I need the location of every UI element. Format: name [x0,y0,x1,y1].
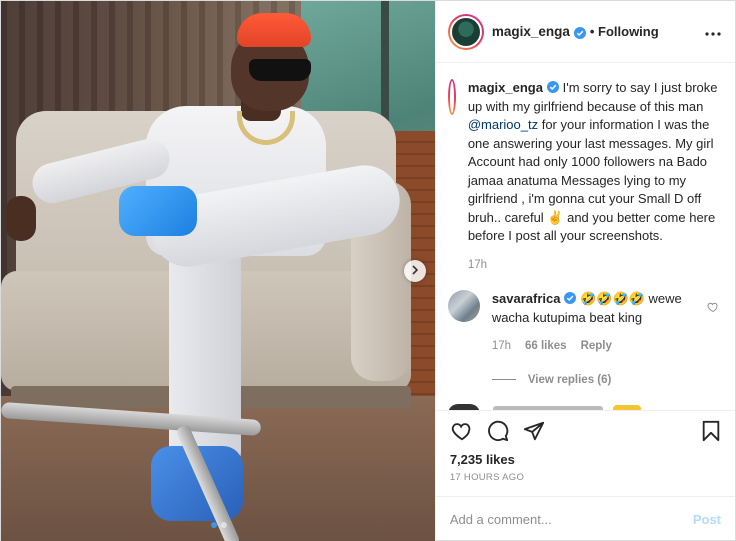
add-comment-input[interactable] [449,512,693,527]
caption-body: magix_enga I'm sorry to say I just broke… [468,79,721,274]
post-header: magix_enga • Following [435,1,735,63]
bookmark-save-icon[interactable] [697,417,725,445]
post-media[interactable] [1,1,435,541]
caption-time[interactable]: 17h [468,259,487,271]
photo-person-sunglasses [249,59,311,81]
caption-text-part2: for your information I was the one answe… [467,117,716,243]
caption: magix_enga I'm sorry to say I just broke… [447,79,721,274]
verified-badge-icon [564,291,577,304]
caption-author-avatar[interactable] [447,79,456,115]
post-card: magix_enga • Following magix_enga I'm so… [0,0,736,541]
comment-reply-button[interactable]: Reply [581,340,612,352]
comment-time[interactable]: 17h [492,340,511,352]
commenter-avatar[interactable] [447,290,480,322]
verified-badge-icon [573,26,586,39]
photo [1,1,435,541]
view-replies-button[interactable]: View replies (6) [491,373,721,386]
post-comment-button[interactable]: Post [693,512,721,527]
post-timestamp[interactable]: 17 HOURS AGO [436,470,735,496]
comment-body: savarafrica 🤣🤣🤣🤣 wewe wacha kutupima bea… [492,290,721,356]
comment-meta: 17h 66 likes Reply [492,337,701,356]
caption-mention-link[interactable]: @marioo_tz [468,117,538,132]
photo-person-hand [6,196,36,241]
more-options-icon[interactable] [705,23,721,41]
next-comment-partial [447,403,721,410]
carousel-dot-2 [221,522,227,528]
comments-list[interactable]: magix_enga I'm sorry to say I just broke… [436,63,735,410]
like-heart-icon[interactable] [448,417,476,445]
carousel-indicator [211,522,227,528]
caption-meta: 17h [468,256,721,275]
photo-person-shoe-raised [119,186,197,236]
comment-like-heart-icon[interactable] [707,300,719,318]
author-username[interactable]: magix_enga [492,24,570,39]
photo-person-hair [237,13,311,47]
share-paper-plane-icon[interactable] [520,417,548,445]
comment-item: savarafrica 🤣🤣🤣🤣 wewe wacha kutupima bea… [447,290,721,356]
chevron-right-icon [410,262,420,280]
following-button[interactable]: • Following [590,24,659,39]
view-replies-label: View replies (6) [527,373,612,386]
caption-username[interactable]: magix_enga [468,80,543,95]
likes-count[interactable]: 7,235 likes [436,450,735,470]
verified-badge-icon [546,80,559,93]
photo-person-leg-lower [169,231,241,481]
author-avatar[interactable] [447,13,484,50]
carousel-dot-1 [211,522,217,528]
add-comment-bar: Post [435,496,735,541]
carousel-next-button[interactable] [404,260,426,282]
action-bar [435,410,735,450]
post-sidebar: magix_enga • Following magix_enga I'm so… [434,1,735,541]
comment-bubble-icon[interactable] [484,417,512,445]
view-replies-line [491,379,516,380]
commenter-username[interactable]: savarafrica [492,291,561,306]
comment-likes[interactable]: 66 likes [525,340,567,352]
